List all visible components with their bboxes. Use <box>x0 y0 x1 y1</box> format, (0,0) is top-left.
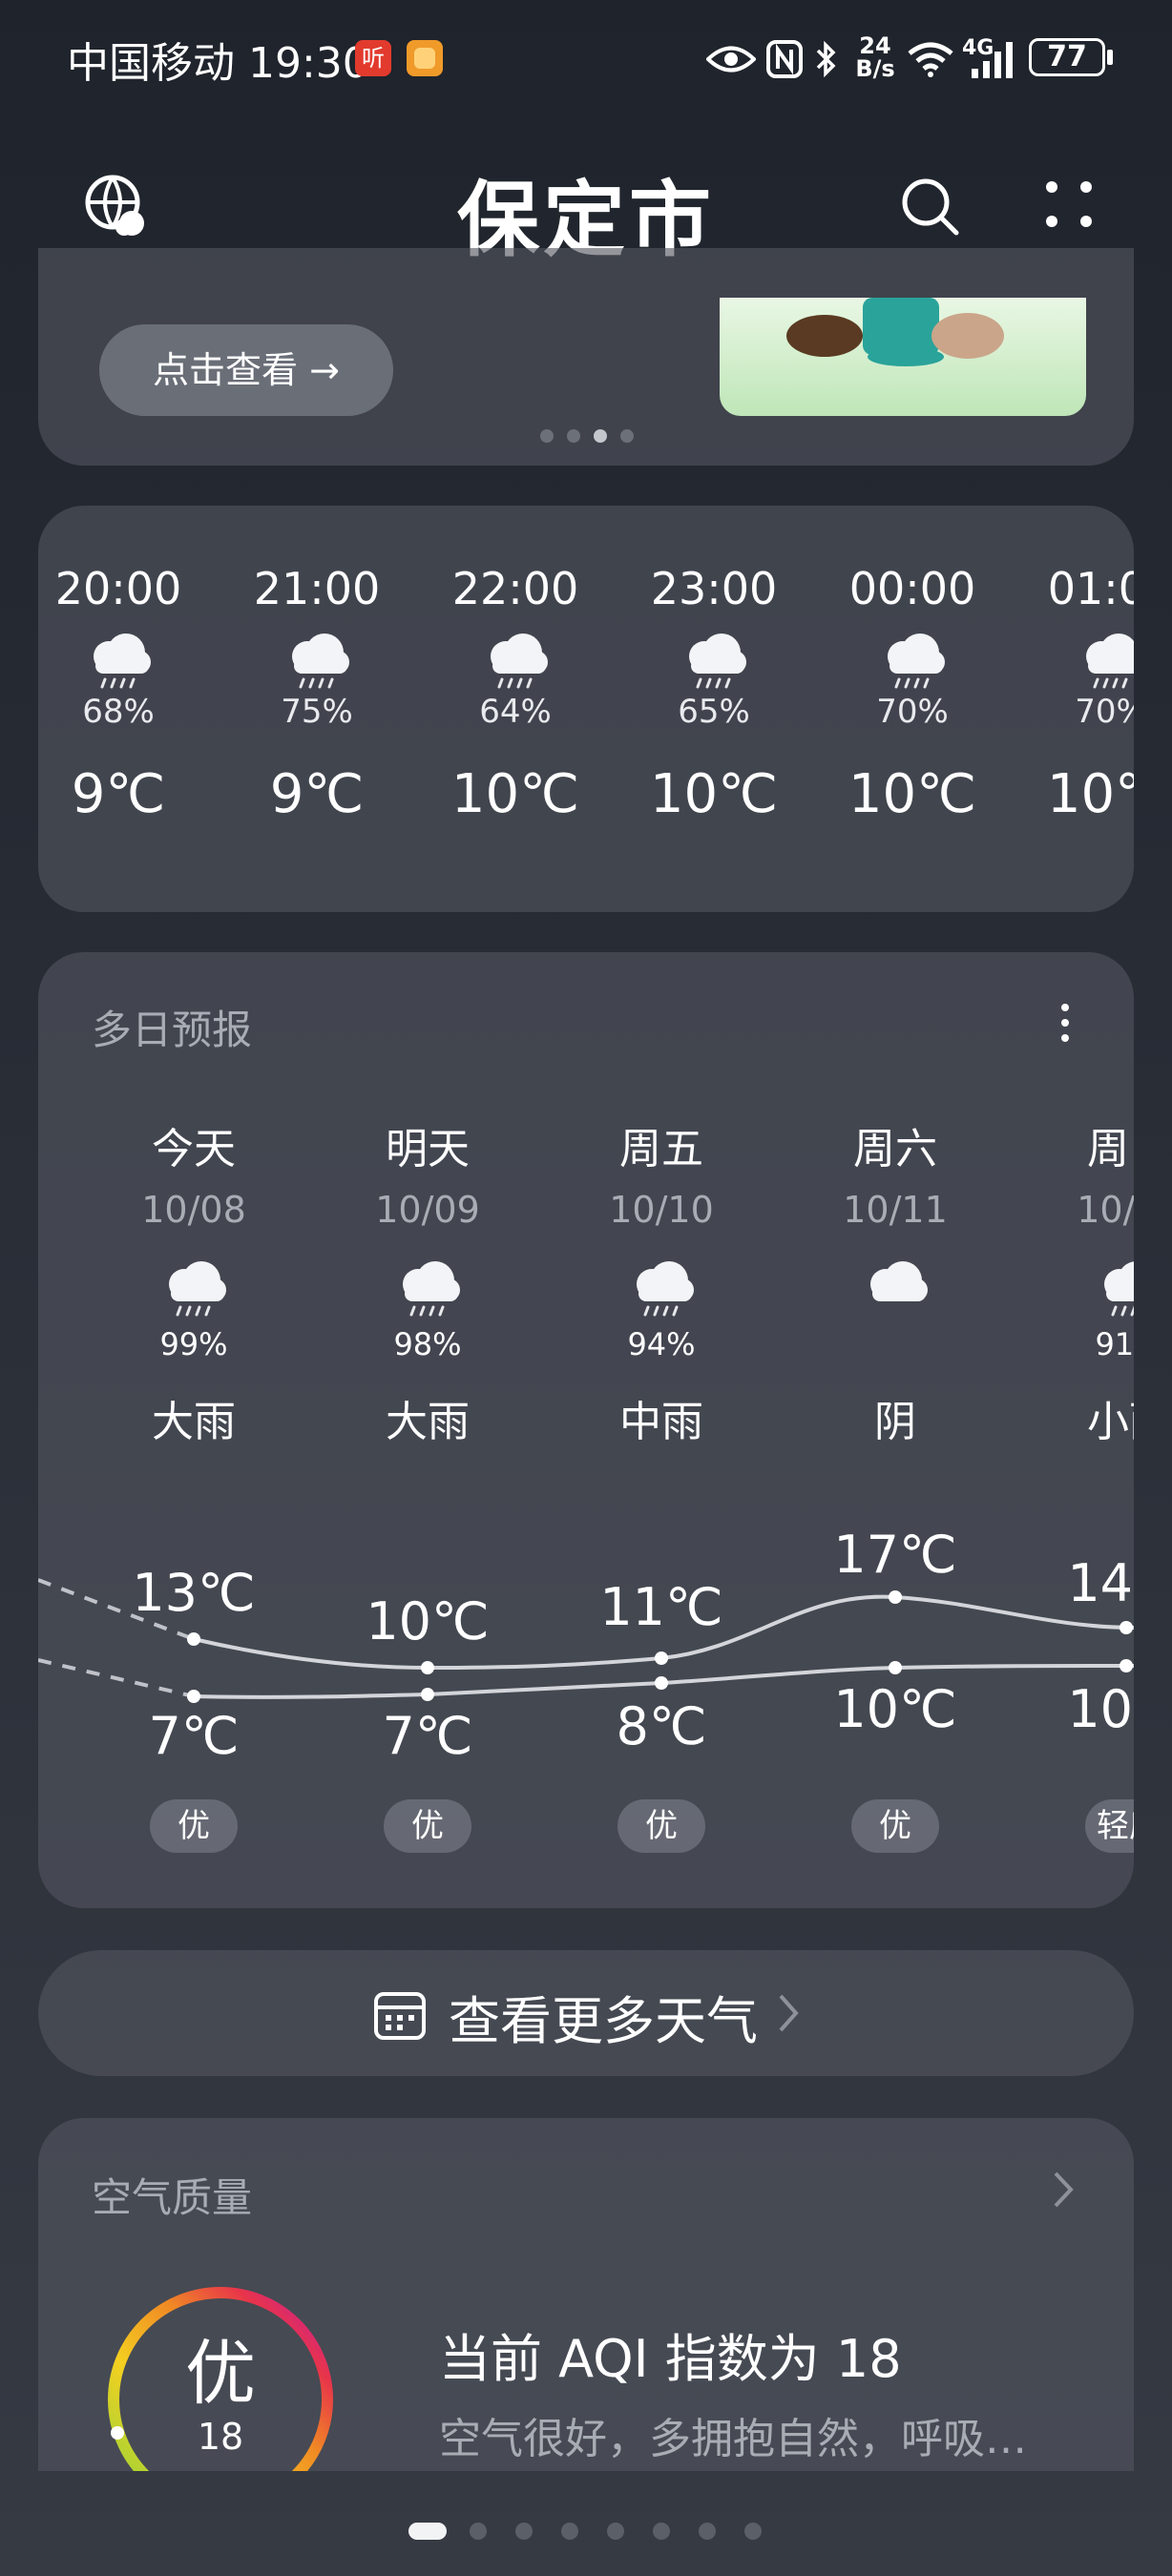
calendar-icon <box>372 1986 428 2042</box>
page-dot[interactable] <box>653 2523 670 2540</box>
page-dot[interactable] <box>561 2523 578 2540</box>
rain-cloud-icon <box>874 632 951 693</box>
bluetooth-icon <box>809 32 844 86</box>
rain-cloud-icon <box>676 632 752 693</box>
hourly-forecast-card[interactable]: 20:00 68% 9℃ 21:00 75% 9℃ 22:00 64% 10℃ 23:00 65% 1… <box>38 506 1134 912</box>
hourly-temp: 10℃ <box>848 763 977 825</box>
banner-view-button[interactable]: 点击查看 → <box>99 324 393 416</box>
listen-app-badge: 听 <box>355 40 391 76</box>
hourly-temp: 10℃ <box>649 763 779 825</box>
net-speed-value: 24 <box>859 32 891 59</box>
hourly-item: 22:00 64% 10℃ <box>439 563 592 825</box>
page-dot[interactable] <box>744 2523 762 2540</box>
hourly-temp: 10℃ <box>1046 763 1134 825</box>
rain-cloud-icon <box>1073 632 1134 693</box>
chevron-right-icon <box>773 1988 804 2038</box>
page-dot[interactable] <box>607 2523 624 2540</box>
air-quality-chevron-icon[interactable] <box>1050 2168 1077 2212</box>
rain-cloud-icon <box>80 632 157 693</box>
net-speed-unit: B/s <box>855 55 895 82</box>
hourly-precip: 75% <box>281 693 353 731</box>
battery-tip <box>1107 50 1113 65</box>
search-icon[interactable] <box>897 174 962 239</box>
aqi-description: 空气很好，多拥抱自然，呼吸… <box>439 2415 1027 2463</box>
hourly-temp: 9℃ <box>269 763 365 825</box>
aqi-headline: 当前 AQI 指数为 18 <box>439 2329 902 2389</box>
page-dot[interactable] <box>699 2523 716 2540</box>
hourly-temp: 10℃ <box>450 763 580 825</box>
hourly-item: 01:00 70% 10℃ <box>1035 563 1134 825</box>
hourly-precip: 70% <box>876 693 949 731</box>
banner-image[interactable] <box>720 298 1086 416</box>
page-dot[interactable] <box>470 2523 487 2540</box>
hourly-time: 01:00 <box>1047 563 1134 614</box>
net-speed: 24 B/s <box>851 34 899 80</box>
hourly-time: 20:00 <box>54 563 182 614</box>
hourly-time: 00:00 <box>848 563 976 614</box>
hourly-item: 21:00 75% 9℃ <box>241 563 393 825</box>
multi-day-forecast-card[interactable]: 多日预报 今天 10/08 99% 大雨 13℃ 7℃ 优明天 10/09 98% 大雨 10℃ 7℃… <box>38 952 1134 1908</box>
hourly-time: 23:00 <box>650 563 778 614</box>
hourly-time: 22:00 <box>451 563 579 614</box>
rain-cloud-icon <box>279 632 355 693</box>
cellular-signal-icon <box>964 32 1021 86</box>
rain-cloud-icon <box>477 632 554 693</box>
hourly-item: 20:00 68% 9℃ <box>42 563 195 825</box>
aqi-level: 优 <box>185 2333 256 2415</box>
more-menu-icon[interactable] <box>1038 174 1099 235</box>
air-quality-card[interactable]: 空气质量 优 18 当前 AQI 指数为 18 空气很好，多拥抱自然，呼吸… <box>38 2118 1134 2471</box>
hourly-time: 21:00 <box>253 563 381 614</box>
hourly-precip: 64% <box>479 693 552 731</box>
eye-comfort-icon <box>704 32 758 86</box>
air-quality-title: 空气质量 <box>92 2174 253 2221</box>
battery-indicator: 77 <box>1029 38 1105 76</box>
page-dot[interactable] <box>408 2523 447 2540</box>
hourly-precip: 68% <box>82 693 155 731</box>
wifi-icon <box>905 32 956 86</box>
temperature-curve <box>38 1578 1134 1703</box>
hourly-precip: 65% <box>678 693 750 731</box>
more-weather-button[interactable]: 查看更多天气 <box>38 1950 1134 2076</box>
aqi-value: 18 <box>197 2416 244 2458</box>
nfc-icon <box>764 32 806 86</box>
more-weather-label: 查看更多天气 <box>449 1991 758 2051</box>
hourly-precip: 70% <box>1075 693 1134 731</box>
status-bar: 中国移动 19:30 听 24 B/s 4G 77 <box>0 0 1172 114</box>
carrier-time: 中国移动 19:30 <box>67 39 369 88</box>
hourly-temp: 9℃ <box>71 763 166 825</box>
hourly-item: 23:00 65% 10℃ <box>638 563 790 825</box>
hourly-item: 00:00 70% 10℃ <box>836 563 989 825</box>
orange-app-icon <box>407 40 443 76</box>
page-dot[interactable] <box>515 2523 533 2540</box>
page-indicator <box>408 2519 771 2542</box>
banner-page-indicator <box>540 429 636 443</box>
